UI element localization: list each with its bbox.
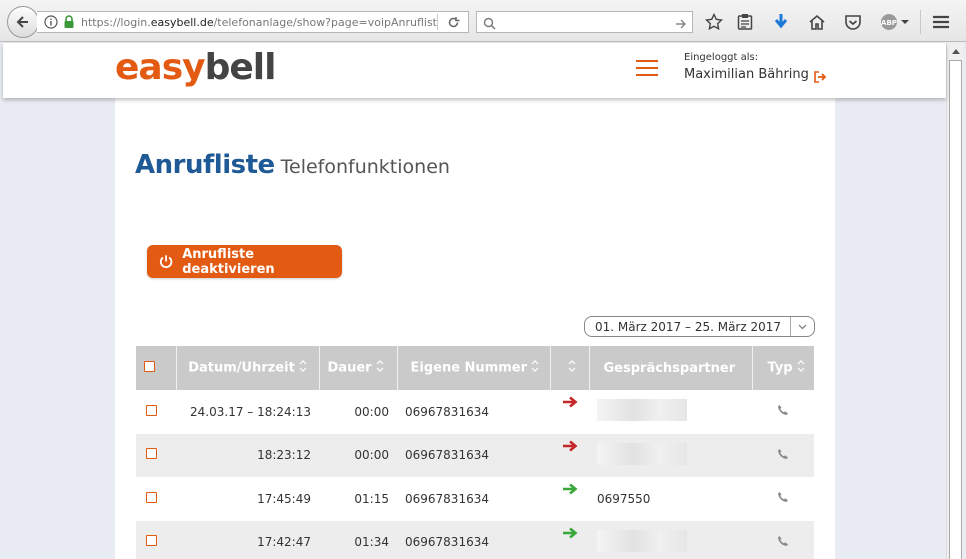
date-range-select[interactable]: 01. März 2017 – 25. März 2017 — [584, 316, 815, 337]
incoming-arrow-icon — [550, 477, 589, 521]
url-text: https://login.easybell.de/telefonanlage/… — [81, 15, 437, 29]
select-all-checkbox[interactable] — [144, 360, 155, 372]
table-row[interactable]: 24.03.17 – 18:24:13 00:00 06967831634 — [136, 390, 814, 434]
cell-datetime: 17:42:47 — [176, 520, 319, 559]
column-header-type[interactable]: Typ — [752, 346, 814, 390]
bookmark-star-icon[interactable] — [704, 12, 724, 32]
deactivate-call-list-button[interactable]: Anrufliste deaktivieren — [147, 245, 342, 278]
hamburger-menu-icon[interactable] — [636, 60, 658, 78]
row-checkbox[interactable] — [146, 404, 157, 416]
cell-duration: 00:00 — [319, 433, 397, 477]
adblock-icon[interactable]: ABP — [879, 12, 911, 32]
incoming-arrow-icon — [550, 520, 589, 559]
main-content: Anrufliste Telefonfunktionen Anrufliste d… — [115, 98, 835, 559]
browser-toolbar: https://login.easybell.de/telefonanlage/… — [0, 0, 966, 42]
table-row[interactable]: 17:42:47 01:34 06967831634 — [136, 520, 814, 559]
table-header-row: Datum/Uhrzeit Dauer Eigene Nummer Gesprä… — [136, 346, 814, 390]
cell-partner — [589, 390, 752, 434]
table-row[interactable]: 17:45:49 01:15 06967831634 0697550 — [136, 477, 814, 521]
date-range-value: 01. März 2017 – 25. März 2017 — [595, 319, 782, 334]
page-title-main: Anrufliste — [135, 150, 275, 180]
search-icon — [483, 15, 496, 34]
svg-text:ABP: ABP — [881, 19, 897, 27]
login-caption: Eingeloggt als: — [684, 52, 759, 63]
phone-icon — [752, 390, 814, 434]
scroll-thumb[interactable] — [949, 60, 962, 559]
cell-own-number: 06967831634 — [397, 433, 550, 477]
outgoing-arrow-icon — [550, 390, 589, 434]
redacted-partner — [597, 399, 687, 422]
select-all-header[interactable] — [136, 346, 177, 390]
reading-list-icon[interactable] — [735, 12, 755, 32]
cell-datetime: 18:23:12 — [176, 433, 319, 477]
page-title: Anrufliste Telefonfunktionen — [135, 150, 450, 180]
redacted-partner — [597, 529, 687, 552]
cell-own-number: 06967831634 — [405, 404, 489, 419]
row-checkbox[interactable] — [146, 535, 157, 547]
column-header-duration[interactable]: Dauer — [319, 346, 398, 390]
cell-datetime: 24.03.17 – 18:24:13 — [190, 404, 311, 419]
sort-icon — [531, 360, 539, 376]
sort-icon — [797, 360, 805, 376]
easybell-logo[interactable]: easybell — [115, 47, 276, 88]
phone-icon — [752, 520, 814, 559]
site-header: easybell Eingeloggt als: Maximilian Bähr… — [3, 43, 946, 98]
reload-button[interactable] — [438, 12, 468, 32]
info-icon[interactable] — [43, 14, 59, 30]
lock-icon — [61, 14, 77, 30]
column-header-direction[interactable] — [550, 346, 590, 390]
cell-partner: 0697550 — [597, 491, 651, 506]
cell-datetime: 17:45:49 — [257, 491, 311, 506]
sort-icon — [376, 360, 384, 376]
download-icon[interactable] — [771, 12, 791, 32]
search-go-icon[interactable] — [675, 15, 687, 34]
cell-partner — [589, 520, 752, 559]
page-subtitle: Telefonfunktionen — [280, 156, 450, 178]
user-name: Maximilian Bähring — [684, 67, 809, 82]
page-scrollbar[interactable] — [946, 43, 963, 559]
column-header-datetime[interactable]: Datum/Uhrzeit — [176, 346, 320, 390]
cell-partner — [589, 433, 752, 477]
pocket-icon[interactable] — [843, 12, 863, 32]
row-checkbox[interactable] — [146, 491, 157, 503]
deactivate-button-label: Anrufliste deaktivieren — [182, 246, 275, 277]
column-header-own-number[interactable]: Eigene Nummer — [397, 346, 551, 390]
search-input[interactable] — [476, 11, 693, 33]
power-icon — [159, 255, 173, 269]
back-arrow-icon — [16, 16, 28, 28]
toolbar-separator — [920, 10, 921, 34]
logout-icon[interactable] — [814, 68, 827, 87]
call-list-table: Datum/Uhrzeit Dauer Eigene Nummer Gesprä… — [136, 346, 814, 559]
cell-duration: 01:15 — [354, 491, 389, 506]
reload-icon — [448, 16, 459, 27]
menu-icon[interactable] — [931, 12, 951, 32]
outgoing-arrow-icon — [550, 433, 589, 477]
scroll-up-icon[interactable] — [947, 43, 964, 59]
chevron-down-icon[interactable] — [790, 317, 814, 336]
cell-own-number: 06967831634 — [405, 491, 489, 506]
phone-icon — [752, 477, 814, 521]
sort-icon — [568, 360, 576, 376]
column-header-partner[interactable]: Gesprächspartner — [589, 346, 753, 390]
row-checkbox[interactable] — [146, 448, 157, 460]
address-bar[interactable]: https://login.easybell.de/telefonanlage/… — [37, 11, 469, 33]
back-button[interactable] — [7, 6, 39, 38]
cell-own-number: 06967831634 — [397, 520, 550, 559]
cell-duration: 01:34 — [319, 520, 397, 559]
home-icon[interactable] — [807, 12, 827, 32]
phone-icon — [752, 433, 814, 477]
redacted-partner — [597, 442, 687, 465]
cell-duration: 00:00 — [354, 404, 389, 419]
sort-icon — [299, 360, 307, 376]
table-row[interactable]: 18:23:12 00:00 06967831634 — [136, 433, 814, 477]
